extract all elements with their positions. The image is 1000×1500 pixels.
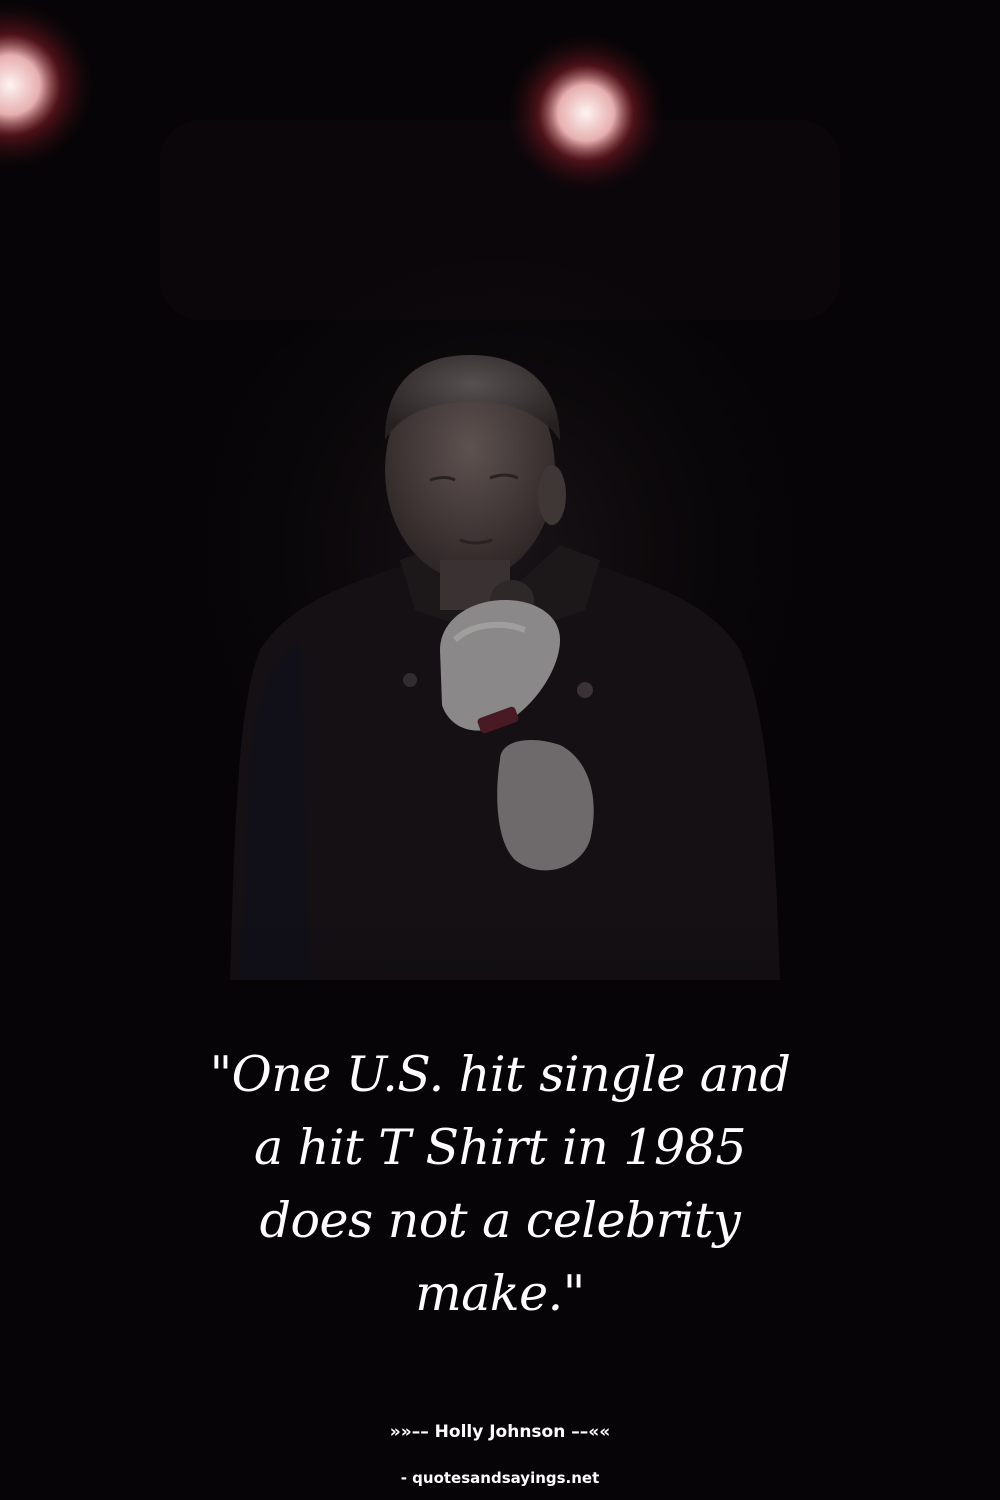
quote-card: "One U.S. hit single and a hit T Shirt i… bbox=[0, 0, 1000, 1500]
quote-author: »»–– Holly Johnson ––«« bbox=[389, 1422, 611, 1442]
quote-line-3: does not a celebrity bbox=[259, 1192, 741, 1249]
quote-line-2: a hit T Shirt in 1985 bbox=[253, 1119, 747, 1176]
quote-line-4: make." bbox=[415, 1265, 585, 1322]
quote-line-1: "One U.S. hit single and bbox=[209, 1046, 791, 1103]
quote-text: "One U.S. hit single and a hit T Shirt i… bbox=[150, 1038, 850, 1330]
source-credit: - quotesandsayings.net bbox=[400, 1469, 600, 1487]
stage-light-right bbox=[506, 33, 666, 193]
